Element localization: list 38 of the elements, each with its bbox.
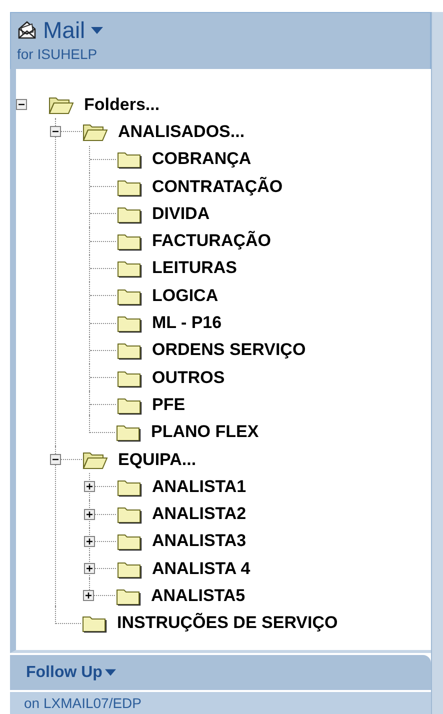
folder-name[interactable]: ANALISTA5: [151, 586, 246, 606]
folder-name[interactable]: DIVIDA: [152, 204, 210, 224]
open-folder-icon: [82, 122, 108, 142]
expand-toggle[interactable]: [83, 590, 94, 602]
expand-toggle[interactable]: [84, 536, 95, 547]
folder-name[interactable]: ANALISTA2: [152, 504, 246, 524]
folder-name[interactable]: ANALISADOS...: [118, 122, 245, 142]
collapse-toggle[interactable]: [50, 126, 61, 138]
folder-name[interactable]: ANALISTA3: [152, 531, 246, 552]
collapse-toggle[interactable]: [50, 454, 61, 465]
open-folder-icon: [48, 94, 74, 115]
collapse-toggle[interactable]: [16, 99, 27, 110]
expand-toggle[interactable]: [84, 508, 95, 520]
folder-name[interactable]: CONTRATAÇÃO: [152, 176, 283, 197]
folder-name[interactable]: FACTURAÇÃO: [152, 231, 271, 252]
folder-name[interactable]: PFE: [152, 394, 186, 415]
folder-name[interactable]: ORDENS SERVIÇO: [152, 340, 306, 360]
expand-toggle[interactable]: [84, 481, 95, 492]
folder-name[interactable]: COBRANÇA: [152, 149, 252, 170]
folder-name[interactable]: LOGICA: [152, 286, 218, 306]
follow-up-menu[interactable]: Follow Up: [26, 664, 116, 682]
folder-name[interactable]: PLANO FLEX: [151, 422, 259, 442]
folder-name[interactable]: LEITURAS: [152, 258, 237, 278]
folder-name[interactable]: ML - P16: [152, 313, 222, 334]
expand-toggle[interactable]: [84, 563, 95, 574]
folder-name[interactable]: EQUIPA...: [118, 450, 196, 470]
caret-icon: [105, 669, 116, 676]
open-folder-icon: [82, 450, 108, 470]
account-label: for ISUHELP: [17, 46, 98, 62]
caret-icon: [91, 26, 104, 34]
folder-name[interactable]: ANALISTA 4: [152, 558, 250, 579]
folder-name[interactable]: Folders...: [84, 94, 160, 115]
folder-name[interactable]: ANALISTA1: [152, 476, 246, 497]
mail-menu[interactable]: Mail: [17, 15, 104, 45]
envelope-icon: [17, 20, 37, 40]
status-bar: on LXMAIL07/EDP: [10, 692, 432, 714]
folder-name[interactable]: INSTRUÇÕES DE SERVIÇO: [117, 613, 338, 634]
folder-name[interactable]: OUTROS: [152, 368, 225, 388]
